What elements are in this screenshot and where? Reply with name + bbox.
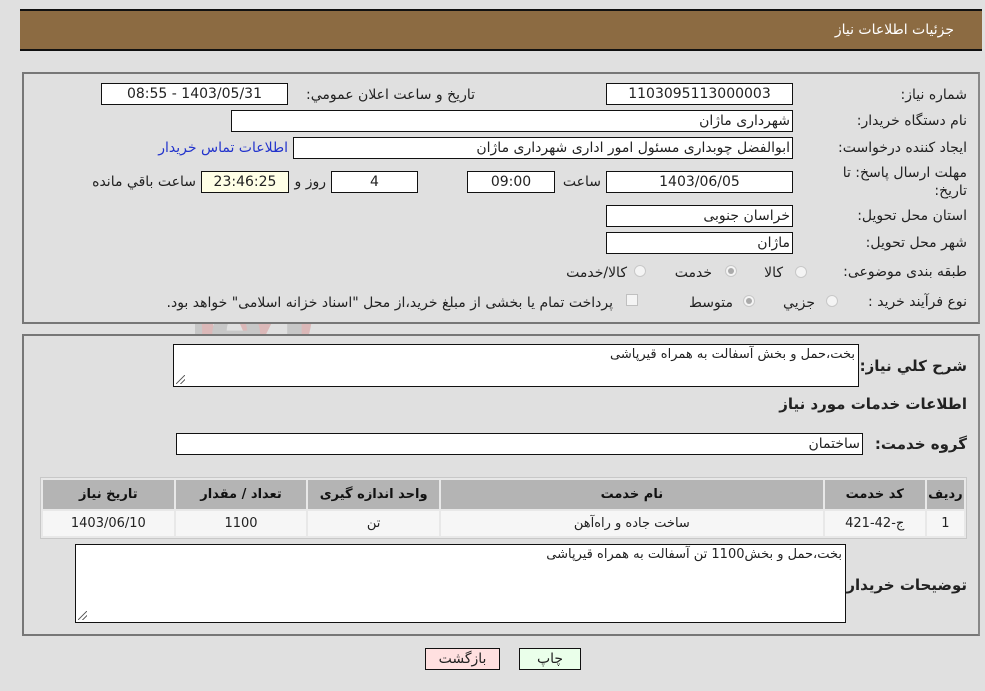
resize-grip-icon[interactable] [176,375,185,384]
deadline-date-field: 1403/06/05 [606,171,793,193]
buyer-org-field: شهرداری ماژان [231,110,793,132]
print-button[interactable]: چاپ [519,648,581,670]
remaining-label: ساعت باقي مانده [92,174,196,190]
col-header-row-num: ردیف [926,480,964,509]
buyer-notes-text: بخت،حمل و بخش1100 تن آسفالت به همراه قیر… [546,547,842,562]
treasury-note: پرداخت تمام یا بخشی از مبلغ خرید،از محل … [166,295,613,311]
cell-unit: تن [308,511,439,536]
buyer-notes-textarea[interactable]: بخت،حمل و بخش1100 تن آسفالت به همراه قیر… [75,544,846,623]
col-header-unit: واحد اندازه گیری [308,480,439,509]
service-group-label: گروه خدمت: [874,435,967,453]
deadline-time-field: 09:00 [467,171,555,193]
category-radio-goods-service[interactable] [634,265,646,277]
process-option-minor: جزيي [783,295,815,311]
province-field: خراسان جنوبی [606,205,793,227]
buyer-notes-label: توضیحات خریدار: [840,576,967,594]
summary-textarea[interactable]: بخت،حمل و بخش آسفالت به همراه قیرپاشی [173,344,859,387]
creator-field: ابوالفضل چوبداری مسئول امور اداری شهردار… [293,137,793,159]
process-label: نوع فرآیند خرید : [868,294,967,310]
process-option-medium: متوسط [689,295,733,311]
process-radio-minor[interactable] [826,295,838,307]
province-label: استان محل تحویل: [857,208,967,224]
days-remaining-field: 4 [331,171,418,193]
table-header-row: ردیف کد خدمت نام خدمت واحد اندازه گیری ت… [43,480,964,509]
cell-row-num: 1 [926,511,964,536]
summary-text: بخت،حمل و بخش آسفالت به همراه قیرپاشی [610,347,855,362]
cell-need-date: 1403/06/10 [43,511,174,536]
buyer-contact-link[interactable]: اطلاعات تماس خریدار [158,140,288,156]
summary-label: شرح كلي نياز: [859,357,967,375]
category-option-service: خدمت [674,265,712,281]
col-header-quantity: تعداد / مقدار [175,480,307,509]
treasury-checkbox[interactable] [626,294,638,306]
services-heading: اطلاعات خدمات مورد نیاز [779,395,967,413]
deadline-time-label: ساعت [562,174,601,190]
service-group-field: ساختمان [176,433,863,455]
cell-service-code: ج-42-421 [824,511,925,536]
cell-quantity: 1100 [175,511,307,536]
buyer-org-label: نام دستگاه خریدار: [856,113,967,129]
col-header-need-date: تاریخ نیاز [43,480,174,509]
page-header: جزئیات اطلاعات نیاز [20,9,982,51]
creator-label: ایجاد کننده درخواست: [838,140,967,156]
category-radio-service[interactable] [725,265,737,277]
category-label: طبقه بندی موضوعی: [843,264,967,280]
col-header-service-code: کد خدمت [824,480,925,509]
days-label: روز و [294,174,327,190]
process-radio-medium[interactable] [743,295,755,307]
page-title: جزئیات اطلاعات نیاز [834,22,954,38]
announce-field: 1403/05/31 - 08:55 [101,83,288,105]
need-number-field: 1103095113000003 [606,83,793,105]
need-number-label: شماره نیاز: [900,87,968,103]
cell-service-name: ساخت جاده و راه‌آهن [440,511,823,536]
category-option-goods: کالا [764,265,783,281]
deadline-label: مهلت ارسال پاسخ: تا تاریخ: [842,165,967,199]
back-button[interactable]: بازگشت [425,648,500,670]
remaining-time-field: 23:46:25 [201,171,289,193]
city-field: ماژان [606,232,793,254]
col-header-service-name: نام خدمت [440,480,823,509]
city-label: شهر محل تحویل: [865,235,967,251]
services-table: ردیف کد خدمت نام خدمت واحد اندازه گیری ت… [40,477,967,539]
announce-label: تاریخ و ساعت اعلان عمومي: [306,87,475,103]
category-option-goods-service: کالا/خدمت [566,265,627,281]
resize-grip-icon[interactable] [78,611,87,620]
table-row: 1 ج-42-421 ساخت جاده و راه‌آهن تن 1100 1… [43,511,964,536]
category-radio-goods[interactable] [795,266,807,278]
